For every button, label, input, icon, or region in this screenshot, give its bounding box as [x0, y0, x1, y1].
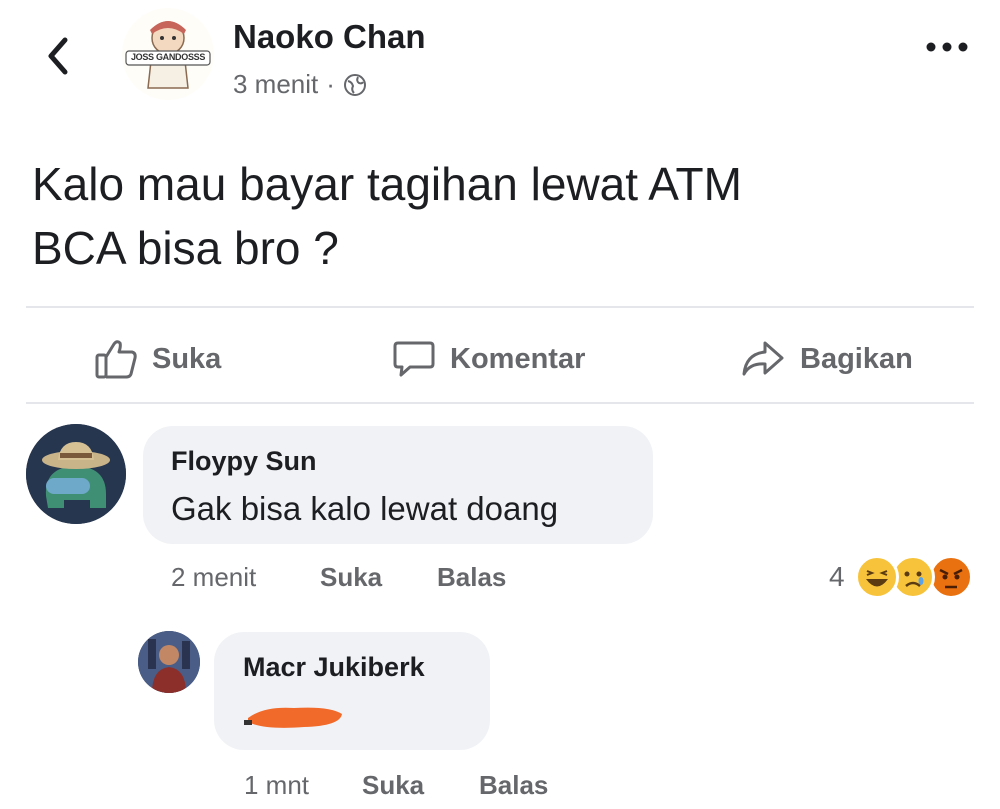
comment-label: Komentar — [450, 342, 586, 375]
reaction-count[interactable]: 4 — [829, 561, 845, 593]
comment-button[interactable]: Komentar — [392, 333, 585, 385]
post-text-line-1: Kalo mau bayar tagihan lewat ATM — [32, 158, 742, 210]
post-author-name[interactable]: Naoko Chan — [233, 18, 426, 56]
meta-separator: · — [326, 69, 335, 99]
divider-bottom — [26, 402, 974, 404]
like-button[interactable]: Suka — [94, 333, 221, 385]
reply-bubble — [214, 632, 490, 750]
share-arrow-icon — [742, 341, 784, 376]
globe-icon — [343, 73, 366, 96]
redacted-scribble — [244, 700, 346, 732]
comment-reply-button[interactable]: Balas — [437, 562, 506, 593]
more-dots-icon — [926, 42, 968, 52]
avatar-badge-text: JOSS GANDOSSS — [130, 52, 206, 62]
post-text: Kalo mau bayar tagihan lewat ATM BCA bis… — [32, 152, 932, 280]
author-avatar[interactable]: JOSS GANDOSSS — [122, 8, 214, 100]
back-button[interactable] — [38, 34, 78, 78]
comment-bubble-icon — [393, 341, 435, 377]
reply-author-avatar[interactable] — [138, 631, 200, 693]
comment-author[interactable]: Floypy Sun — [171, 446, 317, 477]
reply-author[interactable]: Macr Jukiberk — [243, 652, 425, 683]
angry-icon — [929, 555, 973, 599]
reply-like-label: Suka — [362, 770, 425, 800]
comment-reply-label: Balas — [437, 562, 507, 592]
chevron-left-icon — [48, 37, 68, 75]
comment-time: 2 menit — [171, 562, 257, 592]
share-label: Bagikan — [800, 342, 913, 375]
comment-text: Gak bisa kalo lewat doang — [171, 490, 559, 527]
more-options-button[interactable] — [922, 32, 972, 62]
reply-time: 1 mnt — [244, 770, 310, 800]
game-character-avatar-icon — [138, 631, 200, 693]
post-text-line-2: BCA bisa bro ? — [32, 222, 339, 274]
reply-like-button[interactable]: Suka — [362, 770, 424, 801]
thumbs-up-icon — [95, 340, 137, 379]
reply-reply-label: Balas — [479, 770, 549, 800]
comment-like-label: Suka — [320, 562, 383, 592]
post-meta: 3 menit · — [233, 69, 367, 100]
reply-reply-button[interactable]: Balas — [479, 770, 548, 801]
like-label: Suka — [152, 342, 222, 375]
share-button[interactable]: Bagikan — [740, 333, 913, 385]
commenter-avatar[interactable] — [26, 424, 126, 524]
post-time[interactable]: 3 menit — [233, 69, 318, 100]
comment-like-button[interactable]: Suka — [320, 562, 382, 593]
haha-icon — [855, 555, 899, 599]
divider-top — [26, 306, 974, 308]
among-us-avatar-icon — [26, 424, 126, 524]
